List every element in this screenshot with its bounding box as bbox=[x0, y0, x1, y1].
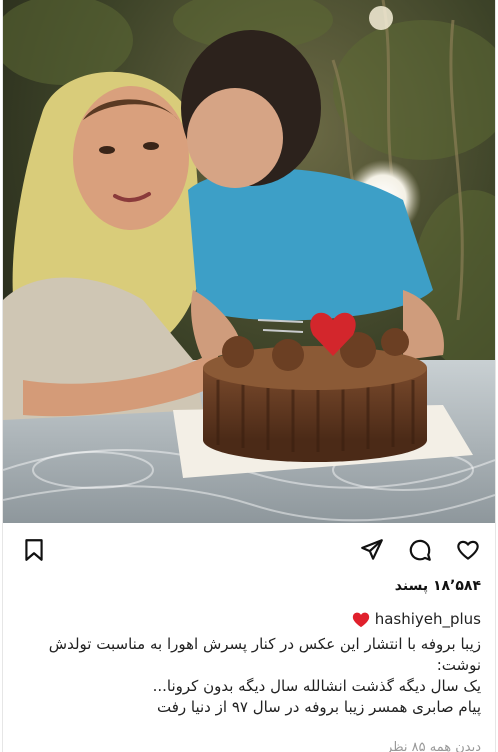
likes-count[interactable]: ۱۸٬۵۸۴ پسند bbox=[395, 578, 481, 594]
view-comments-link[interactable]: دیدن همه ۸۵ نظر bbox=[386, 740, 481, 752]
action-bar bbox=[3, 523, 495, 577]
caption-line: نوشت: bbox=[436, 656, 481, 674]
author-username[interactable]: hashiyeh_plus bbox=[375, 610, 481, 628]
caption-line: زیبا بروفه با انتشار این عکس در کنار پسر… bbox=[48, 635, 481, 653]
send-icon[interactable] bbox=[357, 535, 387, 565]
red-heart-emoji-icon bbox=[351, 610, 371, 628]
post-caption: زیبا بروفه با انتشار این عکس در کنار پسر… bbox=[17, 634, 481, 718]
caption-line: پیام صابری همسر زیبا بروفه در سال ۹۷ از … bbox=[157, 698, 481, 716]
post-photo-illustration bbox=[3, 0, 495, 523]
author-line: hashiyeh_plus bbox=[351, 610, 481, 628]
heart-icon[interactable] bbox=[453, 535, 483, 565]
comment-icon[interactable] bbox=[405, 535, 435, 565]
instagram-post: ۱۸٬۵۸۴ پسند hashiyeh_plus زیبا بروفه با … bbox=[2, 0, 496, 752]
bookmark-icon[interactable] bbox=[19, 535, 49, 565]
caption-line: یک سال دیگه گذشت انشالله سال دیگه بدون ک… bbox=[152, 677, 481, 695]
post-photo[interactable] bbox=[3, 0, 495, 523]
